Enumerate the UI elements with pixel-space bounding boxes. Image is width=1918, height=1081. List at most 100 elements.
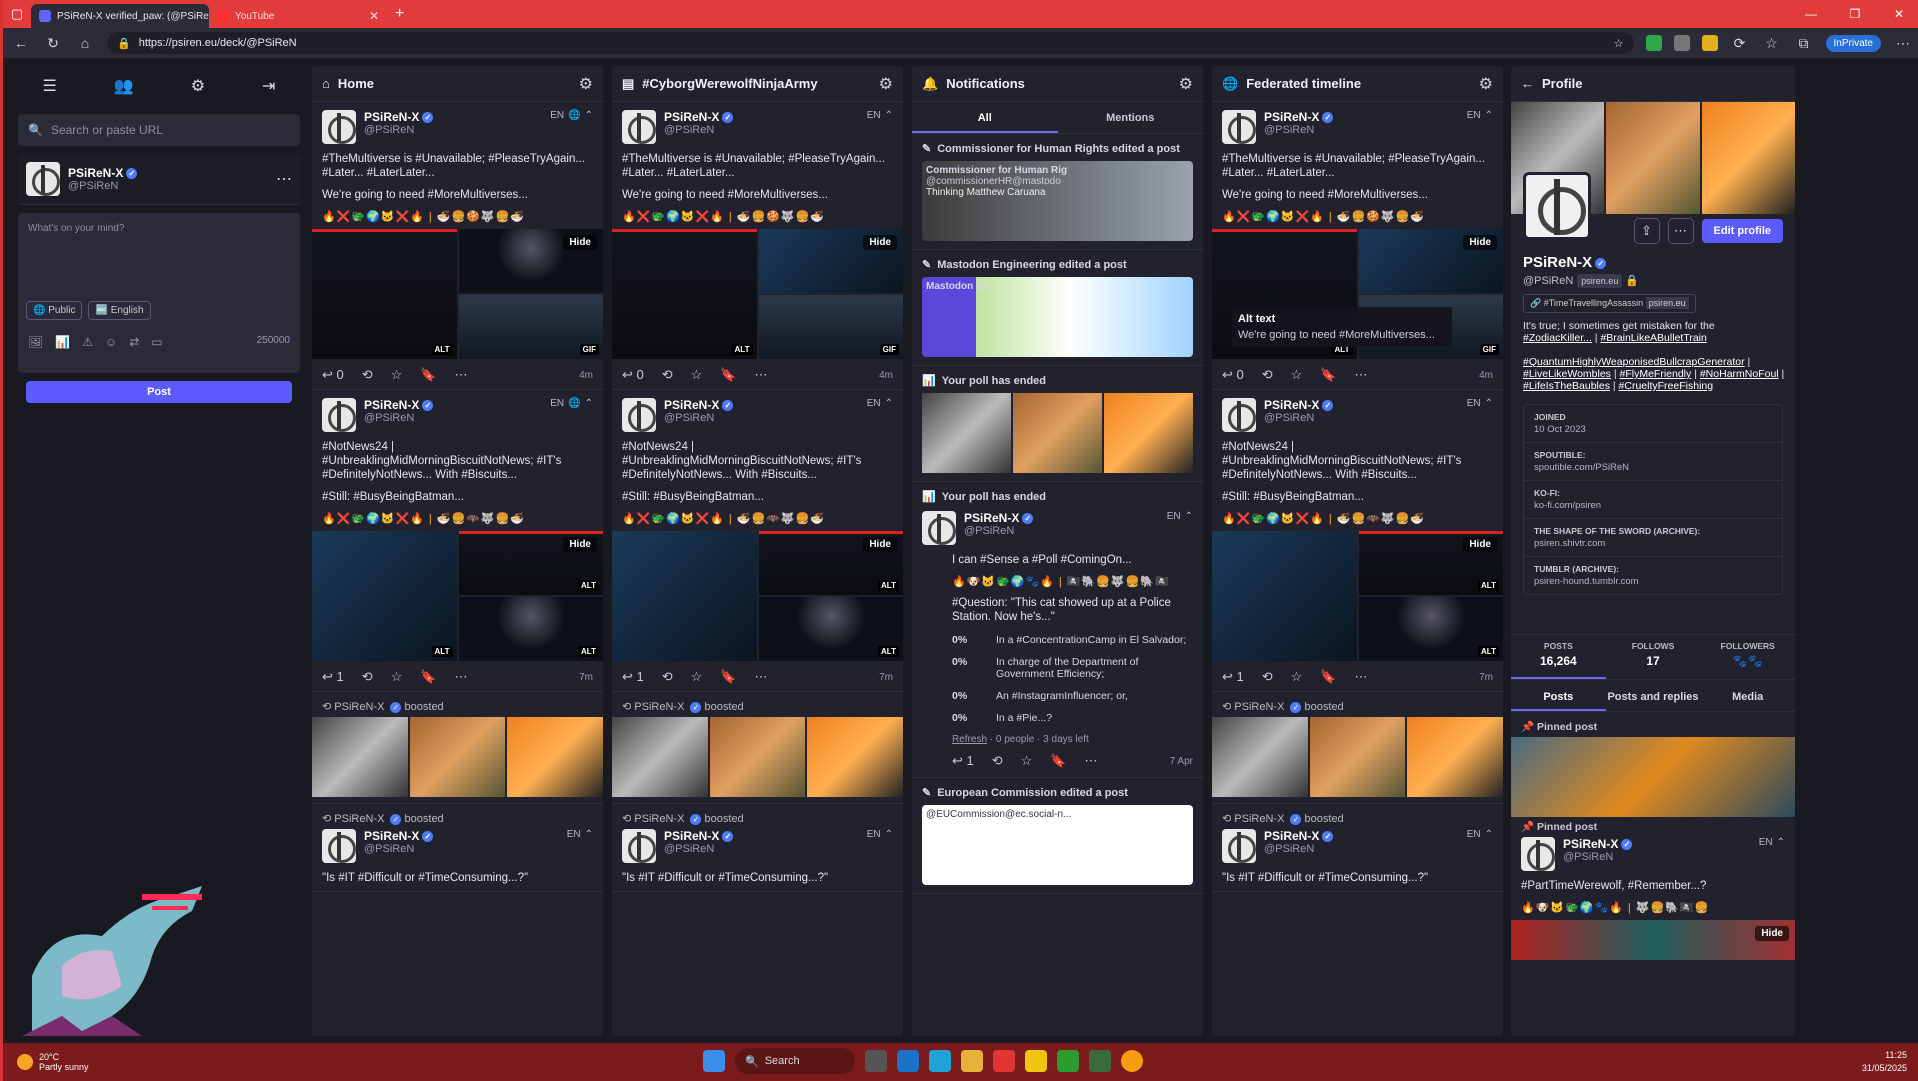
avatar[interactable] (622, 829, 656, 863)
hide-media-button[interactable]: Hide (863, 537, 897, 552)
column-settings-icon[interactable]: ⚙ (1179, 74, 1193, 94)
weather-widget[interactable]: 20°C Partly sunny (3, 1052, 89, 1072)
extension-icon[interactable] (1701, 35, 1718, 51)
attach-media-icon[interactable]: 🖼 (28, 335, 43, 349)
preferences-icon[interactable]: ⚙ (191, 76, 205, 96)
quote-icon[interactable]: ▭ (151, 335, 162, 349)
extension-icon[interactable] (1645, 35, 1662, 51)
pinned-preview-image[interactable] (1511, 737, 1795, 817)
refresh-icon[interactable]: ↻ (43, 35, 63, 52)
reply-icon[interactable]: ↩ 1 (322, 669, 344, 685)
app-icon[interactable] (1025, 1050, 1047, 1072)
favourite-icon[interactable]: ☆ (391, 367, 403, 383)
url-field[interactable]: 🔒 https://psiren.eu/deck/@PSiReN ☆ (107, 32, 1634, 54)
hide-media-button[interactable]: Hide (1463, 235, 1497, 250)
account-card[interactable]: PSiReN-X ✓ @PSiReN ⋯ (18, 154, 300, 205)
system-clock[interactable]: 11:25 31/05/2025 (1862, 1049, 1907, 1075)
media-image[interactable]: ALT (758, 597, 903, 661)
collections-icon[interactable]: ⧉ (1794, 35, 1814, 52)
notification-item[interactable]: 📊 Your poll has ended (912, 366, 1203, 482)
boosted-post[interactable]: ⟲ PSiReN-X ✓ boosted (312, 692, 603, 804)
minimize-icon[interactable]: — (1789, 7, 1833, 21)
notification-item[interactable]: 📊 Your poll has ended PSiReN-X ✓ @PSiReN EN ⌃… (912, 482, 1203, 778)
people-icon[interactable]: 👥 (114, 76, 134, 96)
more-icon[interactable]: ⋯ (1355, 367, 1368, 383)
more-icon[interactable]: ⋯ (755, 669, 768, 685)
hide-media-button[interactable]: Hide (863, 235, 897, 250)
stat-followers[interactable]: FOLLOWERS 🐾🐾 (1700, 635, 1795, 679)
bookmark-icon[interactable]: 🔖 (1320, 367, 1336, 383)
favourite-icon[interactable]: ☆ (691, 669, 703, 685)
boost-icon[interactable]: ⟲ (1262, 367, 1273, 383)
tab-youtube[interactable]: YouTube ✕ (209, 4, 387, 28)
close-tab-icon[interactable]: ✕ (369, 9, 379, 23)
more-icon[interactable]: ⋯ (1667, 218, 1694, 244)
new-tab-button[interactable]: + (387, 5, 412, 23)
reply-icon[interactable]: ↩ 0 (1222, 367, 1244, 383)
poll-refresh-link[interactable]: Refresh (952, 734, 987, 745)
more-icon[interactable]: ⋯ (276, 169, 292, 189)
favourite-icon[interactable]: ☆ (691, 367, 703, 383)
language-button[interactable]: 🔤 English (88, 301, 151, 320)
pinned-post[interactable]: 📌 Pinned post PSiReN-X ✓ @PSiReN EN ⌃ #PartT… (1511, 820, 1795, 960)
edit-profile-button[interactable]: Edit profile (1701, 219, 1783, 243)
tab-posts-and-replies[interactable]: Posts and replies (1606, 682, 1701, 711)
tab-media[interactable]: Media (1700, 682, 1795, 711)
collapse-icon[interactable]: ⌃ (585, 829, 593, 840)
boost-icon[interactable]: ⟲ (992, 753, 1003, 769)
inprivate-badge[interactable]: InPrivate (1825, 34, 1881, 52)
more-icon[interactable]: ⋯ (1085, 753, 1098, 769)
reply-icon[interactable]: ↩ 0 (322, 367, 344, 383)
more-menu-icon[interactable]: ⋯ (1893, 35, 1913, 52)
emoji-icon[interactable]: ☺ (105, 335, 117, 349)
boost-icon[interactable]: ⟲ (362, 367, 373, 383)
boosted-post[interactable]: ⟲ PSiReN-X ✓ boosted (1212, 692, 1503, 804)
media-image[interactable]: ALT (612, 229, 757, 359)
status-preview[interactable]: Mastodon En (922, 277, 1193, 357)
media-gallery[interactable]: ALT GIF Hide (612, 229, 903, 359)
avatar[interactable] (26, 162, 60, 196)
status-post[interactable]: ⟲ PSiReN-X ✓ boosted PSiReN-X ✓ @PSiReN EN ⌃… (1212, 804, 1503, 892)
media-image[interactable] (1212, 531, 1357, 661)
collapse-icon[interactable]: ⌃ (1485, 110, 1493, 121)
share-icon[interactable]: ⇪ (1633, 218, 1660, 244)
task-view-icon[interactable] (865, 1050, 887, 1072)
collapse-icon[interactable]: ⌃ (1185, 511, 1193, 522)
outlook-icon[interactable] (897, 1050, 919, 1072)
stat-posts[interactable]: POSTS 16,264 (1511, 635, 1606, 679)
media-image[interactable]: Hide (1511, 920, 1795, 960)
boosted-card-image[interactable] (612, 717, 903, 797)
avatar[interactable] (622, 110, 656, 144)
media-image[interactable]: ALT (458, 597, 603, 661)
status-preview[interactable]: @EUCommission@ec.social-n... (922, 805, 1193, 885)
media-gallery[interactable]: ALT GIF Hide (312, 229, 603, 359)
column-settings-icon[interactable]: ⚙ (579, 74, 593, 94)
status-post[interactable]: PSiReN-X ✓ @PSiReN EN 🌐 ⌃ #NotNews24 | #Unbre… (312, 390, 603, 692)
tab-all[interactable]: All (912, 102, 1058, 133)
status-post[interactable]: PSiReN-X ✓ @PSiReN EN 🌐 ⌃ #TheMultiverse is #… (312, 102, 603, 390)
boosted-card-image[interactable] (312, 717, 603, 797)
boost-icon[interactable]: ⟲ (662, 669, 673, 685)
status-post[interactable]: ⟲ PSiReN-X ✓ boosted PSiReN-X ✓ @PSiReN EN ⌃… (612, 804, 903, 892)
favourite-icon[interactable]: ☆ (391, 669, 403, 685)
boost-icon[interactable]: ⟲ (362, 669, 373, 685)
tab-mentions[interactable]: Mentions (1058, 102, 1204, 133)
boosted-card-image[interactable] (1212, 717, 1503, 797)
boost-icon[interactable]: ⟲ (662, 367, 673, 383)
reply-icon[interactable]: ↩ 1 (622, 669, 644, 685)
file-explorer-icon[interactable] (961, 1050, 983, 1072)
tab-psiren[interactable]: PSiReN-X verified_paw: (@PSiReN ✕ (31, 4, 209, 28)
avatar[interactable] (1222, 110, 1256, 144)
media-image[interactable]: ALT (312, 229, 457, 359)
favourite-icon[interactable]: ☆ (1291, 669, 1303, 685)
collapse-icon[interactable]: ⌃ (1485, 398, 1493, 409)
media-gallery[interactable]: ALT ALT ALT Hide (312, 531, 603, 661)
status-post[interactable]: PSiReN-X ✓ @PSiReN EN ⌃ #NotNews24 | #Unbrea… (1212, 390, 1503, 692)
bookmark-icon[interactable]: 🔖 (1050, 753, 1066, 769)
media-image[interactable] (612, 531, 757, 661)
boost-icon[interactable]: ⟲ (1262, 669, 1273, 685)
hamburger-icon[interactable]: ☰ (42, 76, 56, 96)
more-icon[interactable]: ⋯ (455, 367, 468, 383)
status-preview[interactable]: Commissioner for Human Rig @commissionerH… (922, 161, 1193, 241)
back-icon[interactable]: ← (11, 35, 31, 51)
